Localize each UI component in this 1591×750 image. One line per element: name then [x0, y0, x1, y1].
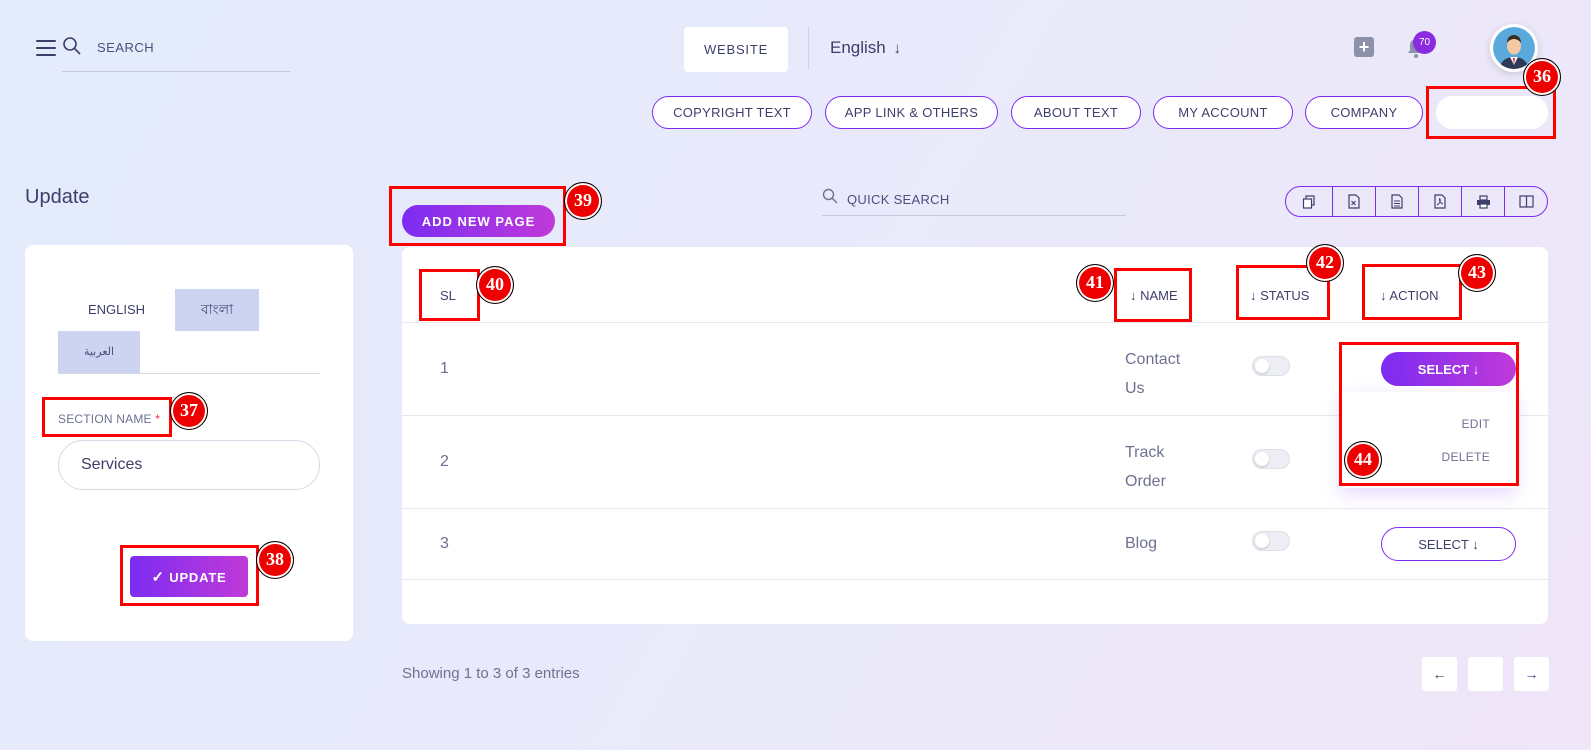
sort-arrow-icon: ↓ [1130, 288, 1141, 303]
website-button[interactable]: WEBSITE [684, 27, 788, 72]
arrow-down-icon: ↓ [1472, 536, 1479, 552]
search-bar [62, 32, 290, 72]
column-header-status[interactable]: ↓ STATUS [1250, 288, 1309, 303]
hamburger-menu-icon[interactable] [36, 40, 56, 56]
update-button[interactable]: ✓ UPDATE [130, 556, 248, 597]
language-selector[interactable]: English ↓ [830, 38, 901, 58]
row-divider [402, 579, 1548, 580]
tab-my-account[interactable]: MY ACCOUNT [1153, 96, 1293, 129]
tab-app-link-others[interactable]: APP LINK & OTHERS [825, 96, 998, 129]
dropdown-delete[interactable]: DELETE [1442, 450, 1490, 464]
annotation-marker: 44 [1344, 441, 1382, 479]
add-plus-icon[interactable]: + [1354, 37, 1374, 57]
columns-icon[interactable] [1504, 187, 1547, 216]
annotation-marker: 36 [1523, 58, 1561, 96]
lang-tab-bangla[interactable]: বাংলা [175, 289, 259, 331]
language-label: English [830, 38, 886, 57]
sort-arrow-icon: ↓ [1380, 288, 1390, 303]
cell-sl: 1 [440, 360, 449, 377]
row-divider [402, 508, 1548, 509]
excel-icon[interactable] [1332, 187, 1375, 216]
row-divider [402, 322, 1548, 323]
section-name-label: SECTION NAME * [58, 412, 161, 426]
cell-name: Blog [1125, 535, 1158, 552]
annotation-marker: 37 [170, 392, 208, 430]
check-icon: ✓ [151, 568, 165, 586]
cell-name: Contact Us [1125, 351, 1181, 397]
column-header-name[interactable]: ↓ NAME [1130, 288, 1178, 303]
search-icon [63, 37, 81, 55]
arrow-down-icon: ↓ [1472, 361, 1480, 377]
header-divider [808, 26, 809, 70]
action-select-button[interactable]: SELECT ↓ [1381, 527, 1516, 561]
sort-arrow-icon: ↓ [1250, 288, 1261, 303]
status-toggle[interactable] [1252, 356, 1290, 376]
annotation-marker: 40 [476, 266, 514, 304]
action-select-button[interactable]: SELECT ↓ [1381, 352, 1516, 386]
pagination-prev[interactable]: ← [1422, 657, 1457, 691]
tab-about-text[interactable]: ABOUT TEXT [1011, 96, 1141, 129]
column-header-sl[interactable]: SL [440, 288, 456, 303]
annotation-marker: 41 [1076, 264, 1114, 302]
dropdown-edit[interactable]: EDIT [1461, 417, 1490, 431]
cell-sl: 2 [440, 453, 449, 470]
page-title: Update [25, 186, 90, 208]
cell-name: Track Order [1125, 444, 1166, 490]
print-icon[interactable] [1461, 187, 1504, 216]
search-input[interactable] [97, 40, 277, 55]
tab-company[interactable]: COMPANY [1305, 96, 1423, 129]
annotation-marker: 39 [564, 182, 602, 220]
tab-services[interactable]: SERVICES [1436, 96, 1548, 129]
required-mark: * [155, 412, 161, 426]
quick-search [822, 186, 1126, 216]
annotation-marker: 38 [256, 541, 294, 579]
column-header-action[interactable]: ↓ ACTION [1380, 288, 1439, 303]
pagination-page-1[interactable]: 1 [1468, 657, 1503, 691]
annotation-marker: 42 [1306, 244, 1344, 282]
arrow-down-icon: ↓ [893, 40, 902, 57]
notification-badge: 70 [1413, 31, 1436, 54]
lang-tabs-divider [58, 373, 320, 374]
copy-icon[interactable] [1286, 187, 1332, 216]
section-name-input[interactable] [58, 440, 320, 490]
add-new-page-button[interactable]: ADD NEW PAGE [402, 205, 555, 237]
entries-info: Showing 1 to 3 of 3 entries [402, 665, 580, 682]
pdf-icon[interactable] [1418, 187, 1461, 216]
lang-tab-english[interactable]: ENGLISH [58, 289, 175, 331]
lang-tab-arabic[interactable]: العربية [58, 331, 140, 373]
quick-search-input[interactable] [847, 192, 1107, 207]
tab-copyright-text[interactable]: COPYRIGHT TEXT [652, 96, 812, 129]
status-toggle[interactable] [1252, 531, 1290, 551]
pagination-next[interactable]: → [1514, 657, 1549, 691]
annotation-marker: 43 [1458, 254, 1496, 292]
csv-icon[interactable] [1375, 187, 1418, 216]
export-button-group [1285, 186, 1548, 217]
cell-sl: 3 [440, 535, 449, 552]
search-icon [822, 188, 838, 204]
status-toggle[interactable] [1252, 449, 1290, 469]
